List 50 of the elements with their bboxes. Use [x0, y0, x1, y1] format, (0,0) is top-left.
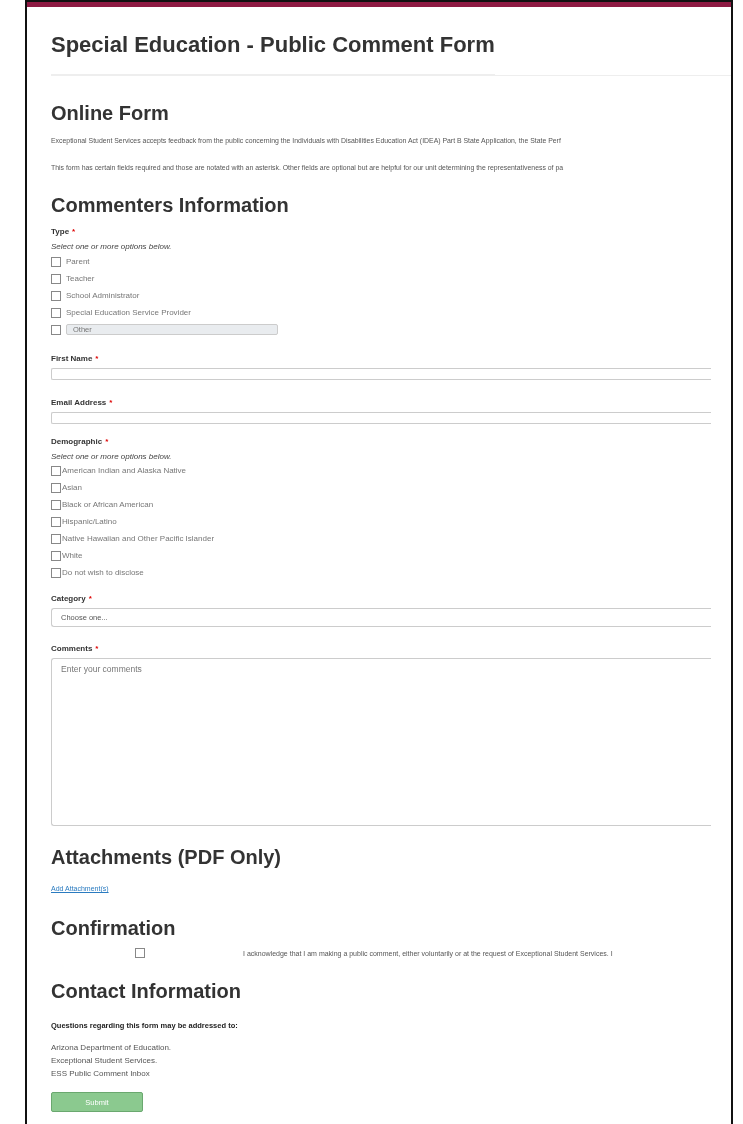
email-field[interactable] [51, 412, 711, 424]
field-label: Category * [51, 594, 92, 603]
checkbox[interactable] [51, 499, 61, 510]
comments-field[interactable]: Enter your comments [51, 658, 711, 826]
checkbox[interactable] [51, 482, 61, 493]
required-mark: * [95, 354, 99, 363]
checkbox[interactable] [51, 324, 61, 335]
hint-text: Select one or more options below. [51, 242, 172, 251]
checkbox[interactable] [51, 465, 61, 476]
address-line: Arizona Department of Education. [51, 1042, 172, 1054]
section-heading: Contact Information [51, 980, 241, 1003]
required-mark: * [88, 594, 92, 603]
checkbox[interactable] [51, 567, 61, 578]
option-label: Native Hawaiian and Other Pacific Islander [62, 534, 215, 543]
required-mark: * [105, 437, 109, 446]
required-mark: * [72, 227, 76, 236]
option-label: Black or African American [62, 500, 154, 509]
required-mark: * [109, 398, 113, 407]
option-label: School Administrator [66, 291, 140, 300]
checkbox[interactable] [51, 256, 61, 267]
field-label: Comments * [51, 644, 99, 653]
hint-text: Select one or more options below. [51, 452, 172, 461]
field-label: Type * [51, 227, 76, 236]
checkbox[interactable] [51, 550, 61, 561]
option-label: White [62, 551, 83, 560]
section-heading: Online Form [51, 102, 169, 125]
option-label: Asian [62, 483, 82, 492]
checkbox[interactable] [51, 273, 61, 284]
field-label: First Name * [51, 354, 99, 363]
field-label: Demographic * [51, 437, 109, 446]
inbox-link[interactable]: ESS Public Comment Inbox [51, 1067, 150, 1080]
option-label: Do not wish to disclose [62, 568, 144, 577]
checkbox[interactable] [51, 516, 61, 527]
checkbox[interactable] [51, 307, 61, 318]
option-label: Hispanic/Latino [62, 517, 117, 526]
section-heading: Commenters Information [51, 194, 289, 217]
option-label: Special Education Service Provider [66, 308, 191, 317]
required-mark: * [95, 644, 99, 653]
first-name-field[interactable] [51, 368, 711, 380]
option-label: American Indian and Alaska Native [62, 466, 187, 475]
checkbox[interactable] [51, 290, 61, 301]
section-heading: Attachments (PDF Only) [51, 846, 282, 869]
address-line: Exceptional Student Services. [51, 1055, 158, 1067]
page-title: Special Education - Public Comment Form [51, 32, 495, 75]
option-label: Teacher [66, 274, 95, 283]
checkbox[interactable] [135, 948, 145, 958]
checkbox[interactable] [51, 533, 61, 544]
field-label: Email Address * [51, 398, 113, 407]
section-heading: Confirmation [51, 917, 176, 940]
option-label: Parent [66, 257, 90, 266]
